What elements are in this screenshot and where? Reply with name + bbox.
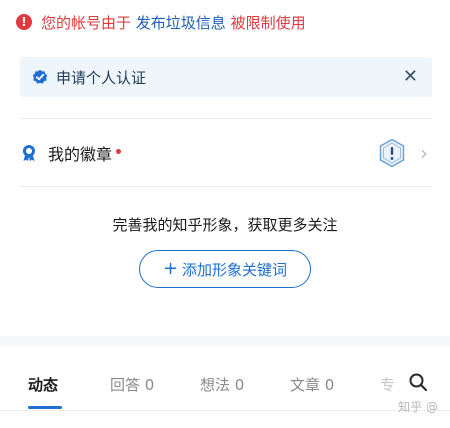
tab-articles[interactable]: 文章 0 — [290, 374, 334, 395]
chevron-right-icon: › — [420, 141, 428, 165]
personal-verification-banner[interactable]: 申请个人认证 ✕ — [20, 57, 432, 97]
alert-link-spam[interactable]: 发布垃圾信息 — [136, 14, 226, 32]
alert-text-after: 被限制使用 — [230, 13, 306, 32]
badge-hexagon-icon — [379, 138, 405, 168]
verified-shield-icon — [32, 69, 48, 84]
search-icon[interactable] — [408, 372, 428, 392]
medal-icon — [23, 145, 35, 162]
tab-activity[interactable]: 动态 — [28, 374, 58, 395]
exclamation-circle-icon: ! — [16, 14, 32, 30]
active-tab-indicator — [28, 406, 62, 409]
watermark: 知乎 @ — [398, 400, 438, 414]
plus-icon: + — [162, 258, 179, 279]
profile-promo-text: 完善我的知乎形象，获取更多关注 — [112, 216, 338, 234]
my-badges-label: 我的徽章 — [48, 145, 113, 164]
tab-columns[interactable]: 专 — [380, 374, 395, 395]
notification-dot — [116, 149, 122, 154]
add-profile-keywords-label: 添加形象关键词 — [182, 260, 288, 279]
add-profile-keywords-button[interactable]: + 添加形象关键词 — [139, 250, 311, 288]
divider — [0, 410, 450, 411]
section-gap — [0, 336, 450, 346]
divider — [20, 186, 432, 187]
my-badges-row[interactable]: 我的徽章 › — [0, 132, 450, 174]
alert-text-before: 您的帐号由于 — [41, 13, 132, 32]
tab-answers[interactable]: 回答 0 — [110, 374, 154, 395]
divider — [20, 118, 432, 119]
verification-label: 申请个人认证 — [56, 68, 147, 87]
tab-thoughts[interactable]: 想法 0 — [200, 374, 244, 395]
account-restriction-alert: ! 您的帐号由于 发布垃圾信息 被限制使用 — [0, 0, 450, 44]
profile-tabs: 动态 回答 0 想法 0 文章 0 专 — [0, 346, 450, 410]
alert-message: 您的帐号由于 发布垃圾信息 被限制使用 — [41, 12, 306, 33]
close-icon[interactable]: ✕ — [403, 66, 418, 87]
